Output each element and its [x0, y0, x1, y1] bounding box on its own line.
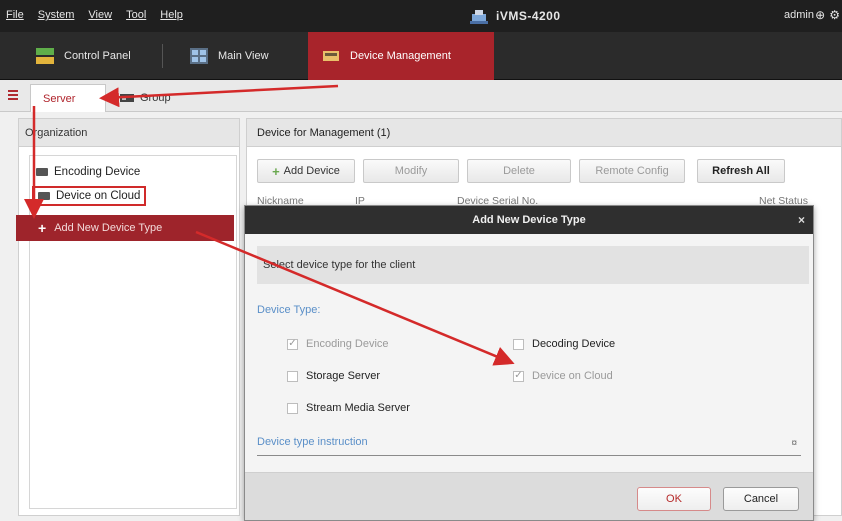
option-storage-server[interactable]: Storage Server: [287, 370, 380, 382]
option-label: Stream Media Server: [306, 402, 410, 414]
tab-control-panel-label: Control Panel: [64, 50, 131, 62]
tab-main-view[interactable]: Main View: [176, 32, 283, 80]
app-title: iVMS-4200: [496, 9, 561, 23]
plus-icon: +: [38, 220, 47, 236]
user-icons: ⊕ ⚙: [815, 8, 840, 22]
add-device-button[interactable]: + Add Device: [257, 159, 355, 183]
refresh-all-button[interactable]: Refresh All: [697, 159, 785, 183]
add-new-device-type-label: Add New Device Type: [54, 222, 163, 234]
menu-system[interactable]: System: [38, 9, 75, 21]
group-icon: [120, 94, 134, 102]
checkbox-checked-icon[interactable]: ✓: [287, 338, 298, 350]
option-label: Decoding Device: [532, 338, 616, 350]
dialog-title: Add New Device Type: [472, 214, 586, 226]
menubar: File System View Tool Help iVMS-4200 adm…: [0, 0, 842, 32]
device-type-label: Device Type:: [257, 304, 321, 316]
instruction-label: Device type instruction: [257, 436, 368, 448]
device-type-tree: Encoding Device Device on Cloud: [29, 155, 237, 509]
remote-config-button[interactable]: Remote Config: [579, 159, 685, 183]
module-separator: [162, 44, 163, 68]
option-device-on-cloud[interactable]: ✓ Device on Cloud: [513, 370, 613, 382]
device-type-instruction[interactable]: Device type instruction ¤: [257, 436, 801, 456]
organization-title: Organization: [19, 119, 239, 147]
tab-control-panel[interactable]: Control Panel: [22, 32, 145, 80]
menu-file[interactable]: File: [6, 9, 24, 21]
close-icon[interactable]: ×: [798, 213, 805, 227]
modify-button[interactable]: Modify: [363, 159, 459, 183]
device-list-title: Device for Management (1): [247, 119, 841, 147]
control-panel-icon: [36, 48, 54, 64]
checkbox-icon[interactable]: [513, 338, 524, 350]
tab-device-management-label: Device Management: [350, 50, 451, 62]
cloud-device-icon: [38, 192, 50, 200]
tree-item-label: Device on Cloud: [56, 190, 141, 202]
checkbox-icon[interactable]: [287, 370, 298, 382]
device-toolbar: + Add Device Modify Delete Remote Config…: [257, 159, 785, 183]
ok-button[interactable]: OK: [637, 487, 711, 511]
option-label: Device on Cloud: [532, 370, 613, 382]
dialog-footer: OK Cancel: [245, 472, 813, 520]
device-management-icon: [323, 51, 339, 61]
checkbox-checked-icon[interactable]: ✓: [513, 370, 524, 382]
cancel-button[interactable]: Cancel: [723, 487, 799, 511]
settings-icon[interactable]: ⚙: [829, 8, 840, 22]
option-encoding-device[interactable]: ✓ Encoding Device: [287, 338, 389, 350]
user-name[interactable]: admin: [784, 9, 814, 21]
app-logo-icon: [470, 10, 488, 24]
expand-icon[interactable]: ¤: [791, 438, 797, 449]
option-label: Encoding Device: [306, 338, 389, 350]
globe-icon[interactable]: ⊕: [815, 8, 825, 22]
option-label: Storage Server: [306, 370, 380, 382]
tab-server-label: Server: [43, 92, 76, 105]
encoding-device-icon: [36, 168, 48, 176]
tab-group-label: Group: [140, 92, 171, 104]
tab-group[interactable]: Group: [108, 84, 183, 112]
module-bar: Control Panel Main View Device Managemen…: [0, 32, 842, 80]
menu-view[interactable]: View: [88, 9, 112, 21]
menu-help[interactable]: Help: [160, 9, 183, 21]
app-title-group: iVMS-4200: [470, 8, 561, 24]
dialog-message: Select device type for the client: [257, 246, 809, 284]
checkbox-icon[interactable]: [287, 402, 298, 414]
menu-list: File System View Tool Help: [6, 9, 183, 21]
option-decoding-device[interactable]: Decoding Device: [513, 338, 615, 350]
add-device-type-dialog: Add New Device Type × Select device type…: [244, 205, 814, 521]
organization-pane: Organization Encoding Device Device on C…: [18, 118, 240, 516]
tab-device-management[interactable]: Device Management: [308, 32, 494, 80]
tree-item-device-on-cloud[interactable]: Device on Cloud: [32, 186, 147, 206]
tree-item-encoding-device[interactable]: Encoding Device: [36, 162, 140, 182]
menu-toggle-icon[interactable]: [8, 90, 18, 100]
sub-tab-bar: Server Group: [0, 80, 842, 112]
option-stream-media-server[interactable]: Stream Media Server: [287, 402, 410, 414]
add-icon: +: [272, 163, 280, 179]
tab-server[interactable]: Server: [30, 84, 106, 112]
main-view-icon: [190, 48, 208, 64]
tree-item-label: Encoding Device: [54, 166, 141, 178]
tab-main-view-label: Main View: [218, 50, 269, 62]
add-new-device-type-button[interactable]: + Add New Device Type: [16, 215, 234, 241]
delete-button[interactable]: Delete: [467, 159, 571, 183]
dialog-title-bar: Add New Device Type ×: [245, 206, 813, 234]
menu-tool[interactable]: Tool: [126, 9, 146, 21]
add-device-label: Add Device: [283, 165, 340, 177]
